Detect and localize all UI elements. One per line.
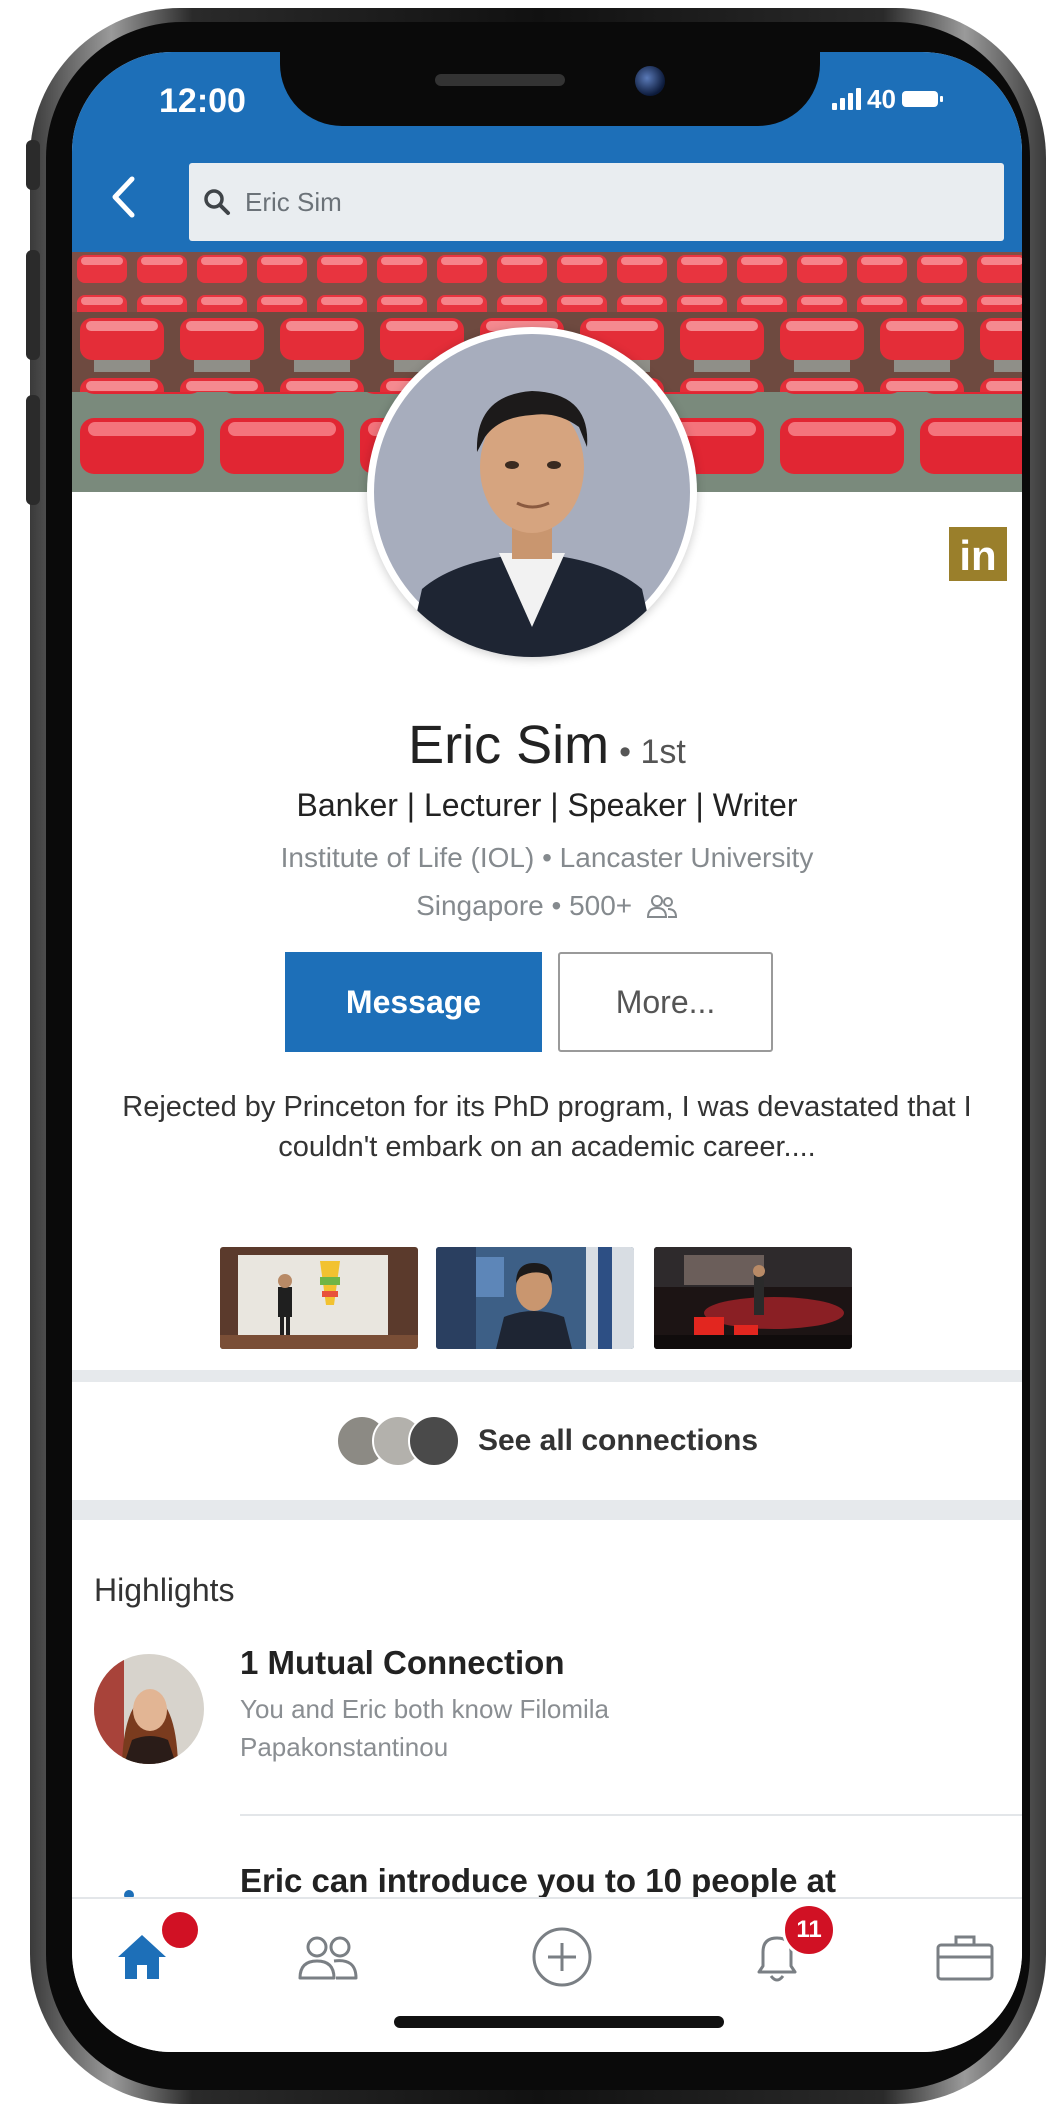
battery-icon (901, 91, 943, 107)
jobs-icon (936, 1935, 994, 1981)
tab-my-network[interactable] (283, 1917, 373, 1997)
search-icon (204, 189, 230, 215)
media-thumbnail[interactable] (436, 1247, 634, 1349)
connections-icon (646, 895, 677, 918)
phone-screen: 12:00 40 Eric Sim in Eric Sim • 1st Bank… (72, 52, 1022, 2052)
search-input[interactable] (243, 185, 947, 219)
highlight-divider (240, 1814, 1022, 1816)
signal-icon (832, 88, 861, 110)
volume-up-button (26, 250, 40, 360)
linkedin-badge-text: in (959, 532, 997, 579)
section-divider (72, 1500, 1022, 1520)
see-all-connections[interactable]: See all connections (72, 1382, 1022, 1500)
highlight-description: You and Eric both know Filomila Papakons… (240, 1694, 610, 1762)
front-camera (635, 66, 665, 96)
profile-location-row: Singapore • 500+ (72, 890, 1022, 922)
status-time: 12:00 (159, 82, 246, 120)
see-all-connections-label: See all connections (477, 1424, 759, 1457)
profile-name: Eric Sim (408, 715, 610, 775)
status-bar: 12:00 40 (72, 52, 1022, 147)
profile-location: Singapore • 500+ (416, 890, 633, 921)
profile-summary[interactable]: Rejected by Princeton for its PhD progra… (112, 1087, 982, 1167)
tab-home[interactable] (97, 1909, 201, 1997)
search-header (72, 147, 1022, 252)
bottom-tab-bar: 11 (72, 1897, 1022, 2052)
avatar (407, 1415, 460, 1467)
connection-degree: • 1st (619, 733, 686, 771)
tab-notifications[interactable]: 11 (732, 1903, 836, 1997)
highlight-title[interactable]: Eric can introduce you to 10 people at (240, 1862, 836, 1900)
notch (280, 52, 820, 126)
linkedin-badge: in (949, 527, 1007, 581)
connection-avatars (335, 1415, 460, 1467)
more-button[interactable]: More... (558, 952, 773, 1052)
profile-photo[interactable] (367, 327, 697, 657)
profile-headline: Banker | Lecturer | Speaker | Writer (296, 787, 798, 823)
search-box[interactable] (189, 163, 1004, 241)
profile-name-row: Eric Sim • 1st (72, 714, 1022, 776)
mutual-connection-avatar[interactable] (94, 1654, 204, 1764)
tab-jobs[interactable] (920, 1917, 1010, 1997)
volume-down-button (26, 395, 40, 505)
post-icon (532, 1927, 592, 1987)
home-indicator[interactable] (394, 2016, 724, 2028)
profile-education: Institute of Life (IOL) • Lancaster Univ… (280, 842, 814, 873)
my-network-icon (298, 1936, 358, 1980)
network-type: 40 (867, 83, 896, 114)
tab-post[interactable] (517, 1917, 607, 1997)
notifications-badge: 11 (782, 1903, 836, 1957)
media-thumbnail[interactable] (220, 1247, 418, 1349)
message-button[interactable]: Message (285, 952, 542, 1052)
highlights-title: Highlights (94, 1572, 235, 1608)
section-divider (72, 1370, 1022, 1382)
back-button[interactable] (98, 167, 148, 227)
status-indicators: 40 (832, 82, 943, 116)
media-thumbnail[interactable] (654, 1247, 852, 1349)
silent-switch (26, 140, 40, 190)
highlight-title[interactable]: 1 Mutual Connection (240, 1644, 565, 1682)
home-badge (159, 1909, 201, 1951)
speaker (435, 74, 565, 86)
chevron-left-icon (112, 176, 135, 218)
